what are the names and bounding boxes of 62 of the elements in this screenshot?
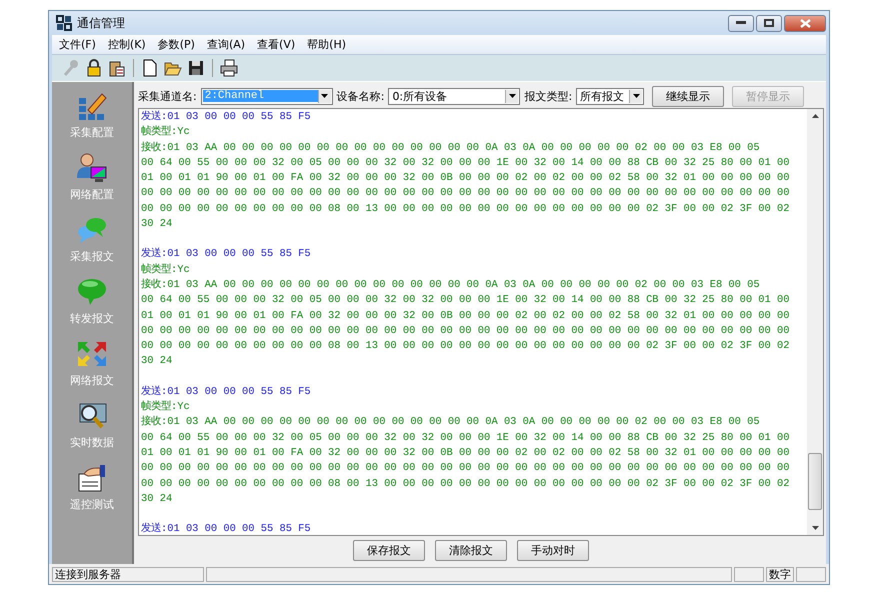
receive-line: 30 24 bbox=[141, 492, 174, 507]
action-button[interactable]: 清除报文 bbox=[435, 540, 507, 560]
close-button[interactable] bbox=[784, 14, 826, 32]
send-line: 发送:01 03 00 00 00 55 85 F5 bbox=[141, 247, 312, 262]
printer-icon[interactable] bbox=[220, 59, 238, 77]
receive-line: 00 64 00 55 00 00 00 32 00 05 00 00 00 32 00 32 00 00 00 1E 00 32 00 14 00 00 88 CB 00 32 25 80 00 01 00 bbox=[141, 430, 790, 446]
minimize-button[interactable] bbox=[728, 14, 754, 32]
receive-line: 接收:01 03 AA 00 00 00 00 00 00 00 00 00 00 00 00 00 00 0A 03 0A 00 00 00 00 00 02 00 00 03 E8 00 05 bbox=[141, 415, 761, 430]
receive-line: 00 00 00 00 00 00 00 00 00 00 00 00 00 00 00 00 00 00 00 00 00 00 00 00 00 00 00 00 00 00 00 00 00 00 00 bbox=[141, 186, 790, 202]
lock-icon[interactable] bbox=[85, 59, 103, 77]
dropdown[interactable]: 所有报文 bbox=[576, 88, 644, 104]
maximize-button[interactable] bbox=[756, 14, 782, 32]
receive-line: 01 00 01 01 90 00 01 00 FA 00 32 00 00 00 32 00 0B 00 00 00 02 00 02 00 00 02 58 00 32 01 00 00 00 00 00 bbox=[141, 171, 790, 186]
maximize-icon[interactable] bbox=[764, 19, 774, 27]
filter-label: 采集通道名: bbox=[138, 88, 197, 104]
action-button[interactable]: 手动对时 bbox=[517, 540, 589, 560]
menu-item[interactable]: 查看(V) bbox=[257, 37, 296, 52]
status-panel: 数字 bbox=[766, 566, 794, 582]
window-title: 通信管理 bbox=[77, 14, 125, 32]
send-line: 发送:01 03 00 00 00 55 85 F5 bbox=[141, 110, 312, 125]
status-panel: 连接到服务器 bbox=[52, 566, 204, 582]
receive-line: 00 00 00 00 00 00 00 00 00 00 08 00 13 00 00 00 00 00 00 00 00 00 00 00 00 00 00 02 3F 00 00 02 3F 00 02 bbox=[141, 476, 790, 492]
dropdown[interactable]: 0:所有设备 bbox=[388, 88, 520, 104]
close-icon[interactable] bbox=[800, 18, 810, 28]
receive-line: 01 00 01 01 90 00 01 00 FA 00 32 00 00 00 32 00 0B 00 00 00 02 00 02 00 00 02 58 00 32 01 00 00 00 00 00 bbox=[141, 308, 790, 324]
menu-item[interactable]: 参数(P) bbox=[158, 37, 195, 52]
scrollbar[interactable] bbox=[807, 109, 823, 535]
clipboard-icon[interactable] bbox=[108, 59, 126, 77]
display-button[interactable]: 继续显示 bbox=[652, 86, 724, 106]
menu-item[interactable]: 帮助(H) bbox=[307, 37, 346, 52]
receive-line: 00 64 00 55 00 00 00 32 00 05 00 00 00 32 00 32 00 00 00 1E 00 32 00 14 00 00 88 CB 00 32 25 80 00 01 00 bbox=[141, 293, 790, 308]
menu-item[interactable]: 查询(A) bbox=[206, 37, 246, 52]
receive-line: 30 24 bbox=[141, 354, 174, 370]
scroll-up-icon[interactable] bbox=[812, 114, 818, 118]
user-monitor-icon[interactable] bbox=[76, 152, 108, 184]
receive-line: 00 00 00 00 00 00 00 00 00 00 08 00 13 00 00 00 00 00 00 00 00 00 00 00 00 00 00 02 3F 00 00 02 3F 00 02 bbox=[141, 339, 790, 354]
receive-line: 00 64 00 55 00 00 00 32 00 05 00 00 00 32 00 32 00 00 00 1E 00 32 00 14 00 00 88 CB 00 32 25 80 00 01 00 bbox=[141, 156, 790, 171]
grid-icon bbox=[56, 15, 72, 31]
document-icon[interactable] bbox=[141, 59, 159, 77]
frame-type-line: 帧类型:Yc bbox=[141, 262, 191, 278]
filter-label: 报文类型: bbox=[524, 88, 572, 104]
receive-line: 00 00 00 00 00 00 00 00 00 00 08 00 13 00 00 00 00 00 00 00 00 00 00 00 00 00 00 02 3F 00 00 02 3F 00 02 bbox=[141, 202, 790, 217]
filter-label: 设备名称: bbox=[336, 88, 384, 104]
send-line: 发送:01 03 00 00 00 55 85 F5 bbox=[141, 384, 312, 400]
status-panel bbox=[734, 566, 764, 582]
receive-line: 接收:01 03 AA 00 00 00 00 00 00 00 00 00 00 00 00 00 00 0A 03 0A 00 00 00 00 00 02 00 00 03 E8 00 05 bbox=[141, 278, 761, 293]
hand-document-icon[interactable] bbox=[76, 462, 108, 494]
frame-type-line: 帧类型:Yc bbox=[141, 125, 191, 140]
receive-line: 接收:01 03 AA 00 00 00 00 00 00 00 00 00 00 00 00 00 00 0A 03 0A 00 00 00 00 00 02 00 00 03 E8 00 05 bbox=[141, 140, 761, 156]
frame-type-line: 帧类型:Yc bbox=[141, 400, 191, 415]
scroll-down-icon[interactable] bbox=[812, 526, 818, 530]
receive-line: 30 24 bbox=[141, 217, 174, 232]
send-line: 发送:01 03 00 00 00 55 85 F5 bbox=[141, 522, 312, 535]
action-button[interactable]: 保存报文 bbox=[353, 540, 425, 560]
receive-line: 00 00 00 00 00 00 00 00 00 00 00 00 00 00 00 00 00 00 00 00 00 00 00 00 00 00 00 00 00 00 00 00 00 00 00 bbox=[141, 324, 790, 339]
scroll-thumb[interactable] bbox=[808, 453, 822, 510]
menu-item[interactable]: 控制(K) bbox=[108, 37, 146, 52]
receive-line: 01 00 01 01 90 00 01 00 FA 00 32 00 00 00 32 00 0B 00 00 00 02 00 02 00 00 02 58 00 32 01 00 00 00 00 00 bbox=[141, 446, 790, 461]
status-panel bbox=[796, 566, 826, 582]
minimize-icon[interactable] bbox=[736, 21, 746, 25]
receive-line: 00 00 00 00 00 00 00 00 00 00 00 00 00 00 00 00 00 00 00 00 00 00 00 00 00 00 00 00 00 00 00 00 00 00 00 bbox=[141, 461, 790, 476]
menu-item[interactable]: 文件(F) bbox=[59, 37, 96, 52]
